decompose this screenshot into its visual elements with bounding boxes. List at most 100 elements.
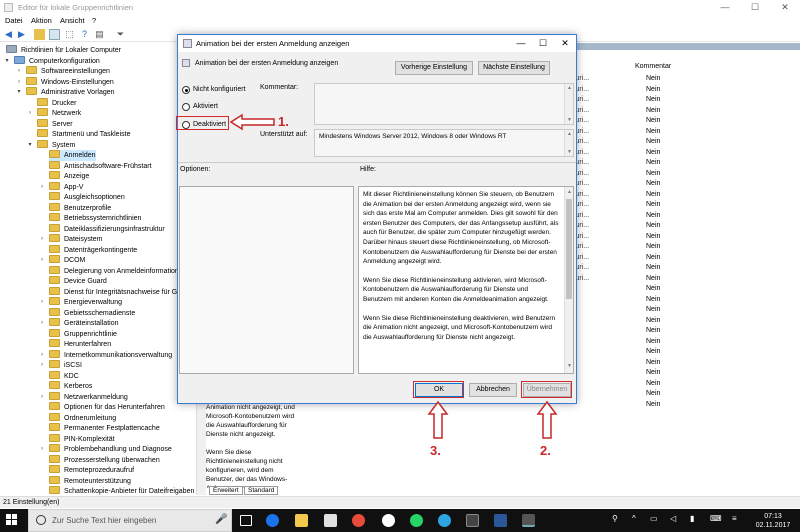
- previous-setting-button[interactable]: Vorherige Einstellung: [395, 61, 473, 75]
- windows-start-icon[interactable]: [6, 514, 18, 526]
- tree-item[interactable]: › Internetkommunikationsverwaltung: [41, 349, 172, 361]
- export-icon[interactable]: ⬚: [64, 29, 75, 40]
- tree-item[interactable]: ▾ Administrative Vorlagen: [17, 87, 115, 98]
- keyboard-icon[interactable]: ⌨: [710, 514, 722, 523]
- people-icon[interactable]: ⚲: [612, 514, 618, 523]
- filter-icon[interactable]: ⏷: [115, 29, 126, 40]
- maximize-button[interactable]: ☐: [740, 0, 770, 15]
- collapsed-chevron-icon[interactable]: ›: [15, 77, 23, 88]
- collapsed-chevron-icon[interactable]: ›: [38, 318, 46, 329]
- folder-up-icon[interactable]: [34, 29, 45, 40]
- app-icon-11[interactable]: [522, 514, 535, 527]
- tree-item[interactable]: › Dateisystem: [41, 234, 103, 245]
- tree-item[interactable]: Anzeige: [49, 171, 89, 182]
- column-kommentar[interactable]: Kommentar: [635, 63, 671, 70]
- tree-item[interactable]: Betriebssystemrichtlinien: [49, 213, 141, 224]
- help-scroll-thumb[interactable]: [566, 199, 572, 299]
- properties-icon[interactable]: ▤: [94, 29, 105, 40]
- tree-item[interactable]: › Netzwerkanmeldung: [41, 391, 128, 403]
- tree-item[interactable]: › Energieverwaltung: [41, 297, 122, 308]
- tree-item[interactable]: Remoteprozeduraufruf: [49, 465, 134, 476]
- chrome-icon[interactable]: [352, 514, 365, 527]
- comment-scrollbar[interactable]: ▲ ▼: [564, 84, 573, 124]
- help-icon[interactable]: ?: [79, 29, 90, 40]
- expanded-chevron-icon[interactable]: ▾: [26, 140, 34, 151]
- dialog-maximize-button[interactable]: ☐: [532, 35, 554, 52]
- collapsed-chevron-icon[interactable]: ›: [38, 234, 46, 245]
- store-icon[interactable]: [324, 514, 337, 527]
- clock[interactable]: 07:13 02.11.2017: [753, 512, 793, 530]
- minimize-button[interactable]: —: [710, 0, 740, 15]
- radio-enabled[interactable]: [182, 103, 190, 111]
- task-view-icon[interactable]: [240, 515, 252, 526]
- tray-chevron-icon[interactable]: ^: [632, 514, 636, 523]
- collapsed-chevron-icon[interactable]: ›: [38, 360, 46, 371]
- network-icon[interactable]: ▭: [650, 514, 658, 523]
- cancel-button[interactable]: Abbrechen: [469, 383, 517, 397]
- language-icon[interactable]: ≡: [732, 514, 737, 523]
- telegram-icon[interactable]: [438, 514, 451, 527]
- app-icon-10[interactable]: [494, 514, 507, 527]
- tree-item[interactable]: Dateiklassifizierungsinfrastruktur: [49, 223, 165, 235]
- collapsed-chevron-icon[interactable]: ›: [38, 297, 46, 308]
- collapsed-chevron-icon[interactable]: ›: [26, 108, 34, 119]
- tree-item[interactable]: › iSCSI: [41, 360, 82, 371]
- tree-item[interactable]: › Problembehandlung und Diagnose: [41, 444, 172, 455]
- taskbar-search[interactable]: Zur Suche Text hier eingeben 🎤: [28, 509, 232, 532]
- tree-item[interactable]: PIN-Komplexität: [49, 433, 115, 445]
- dialog-close-button[interactable]: ✕: [554, 35, 576, 52]
- tree-item[interactable]: Drucker: [37, 97, 77, 109]
- collapsed-chevron-icon[interactable]: ›: [38, 255, 46, 266]
- tree-item[interactable]: Schattenkopie-Anbieter für Dateifreigabe…: [49, 486, 194, 495]
- tree-item[interactable]: Herunterfahren: [49, 339, 111, 350]
- expanded-chevron-icon[interactable]: ▾: [3, 56, 11, 67]
- tree-item[interactable]: Ausgleichsoptionen: [49, 192, 125, 203]
- menu-help[interactable]: ?: [92, 16, 96, 25]
- menu-datei[interactable]: Datei: [5, 16, 23, 25]
- tree-item[interactable]: › Netzwerk: [29, 108, 81, 119]
- tree-item[interactable]: Prozesserstellung überwachen: [49, 454, 160, 466]
- tree-item[interactable]: Remoteunterstützung: [49, 475, 131, 487]
- tree-item[interactable]: Permanenter Festplattencache: [49, 423, 160, 434]
- tree-item[interactable]: Delegierung von Anmeldeinformation: [49, 265, 179, 277]
- file-explorer-icon[interactable]: [295, 514, 308, 527]
- whatsapp-icon[interactable]: [410, 514, 423, 527]
- next-setting-button[interactable]: Nächste Einstellung: [478, 61, 550, 75]
- tab-standard[interactable]: Standard: [244, 486, 279, 495]
- tree-item[interactable]: Gruppenrichtlinie: [49, 328, 117, 340]
- tree-item[interactable]: › Softwareeinstellungen: [18, 66, 110, 77]
- help-scrollbar[interactable]: ▲ ▼: [564, 187, 573, 373]
- tree-item[interactable]: ▾ System: [28, 139, 75, 151]
- radio-not-configured[interactable]: [182, 86, 190, 94]
- collapsed-chevron-icon[interactable]: ›: [15, 66, 23, 77]
- tree-item[interactable]: Antischadsoftware-Frühstart: [49, 160, 152, 172]
- power-icon[interactable]: ▮: [690, 514, 694, 523]
- edge-icon[interactable]: [266, 514, 279, 527]
- close-button[interactable]: ✕: [770, 0, 800, 15]
- forward-icon[interactable]: ▶: [16, 29, 27, 40]
- back-icon[interactable]: ◀: [3, 29, 14, 40]
- tree-item[interactable]: Gebietsschemadienste: [49, 307, 135, 319]
- tree-item[interactable]: Anmelden: [49, 150, 96, 161]
- app-icon-9[interactable]: [466, 514, 479, 527]
- tree-item[interactable]: › Geräteinstallation: [41, 318, 118, 329]
- tree-item[interactable]: Benutzerprofile: [49, 202, 111, 214]
- tree-item[interactable]: ▾ Computerkonfiguration: [5, 55, 100, 67]
- tree-item[interactable]: › Windows-Einstellungen: [18, 76, 114, 88]
- tree-item[interactable]: Richtlinien für Lokaler Computer: [6, 45, 121, 56]
- supported-scrollbar[interactable]: ▲ ▼: [564, 130, 573, 156]
- comment-field[interactable]: ▲ ▼: [314, 83, 574, 125]
- collapsed-chevron-icon[interactable]: ›: [38, 444, 46, 455]
- tree-item[interactable]: Dienst für Integritätsnachweise für Ger: [49, 286, 183, 298]
- dialog-minimize-button[interactable]: —: [510, 35, 532, 52]
- tree-item[interactable]: › App-V: [41, 181, 83, 193]
- tree-item[interactable]: Optionen für das Herunterfahren: [49, 402, 165, 413]
- show-tree-icon[interactable]: [49, 29, 60, 40]
- menu-aktion[interactable]: Aktion: [31, 16, 52, 25]
- tree-item[interactable]: Ordnerumleitung: [49, 412, 116, 424]
- tree-item[interactable]: Server: [37, 118, 73, 130]
- microphone-icon[interactable]: 🎤: [215, 514, 227, 525]
- expanded-chevron-icon[interactable]: ▾: [15, 87, 23, 98]
- volume-icon[interactable]: ◁: [670, 514, 676, 523]
- tree-item[interactable]: › DCOM: [41, 255, 85, 266]
